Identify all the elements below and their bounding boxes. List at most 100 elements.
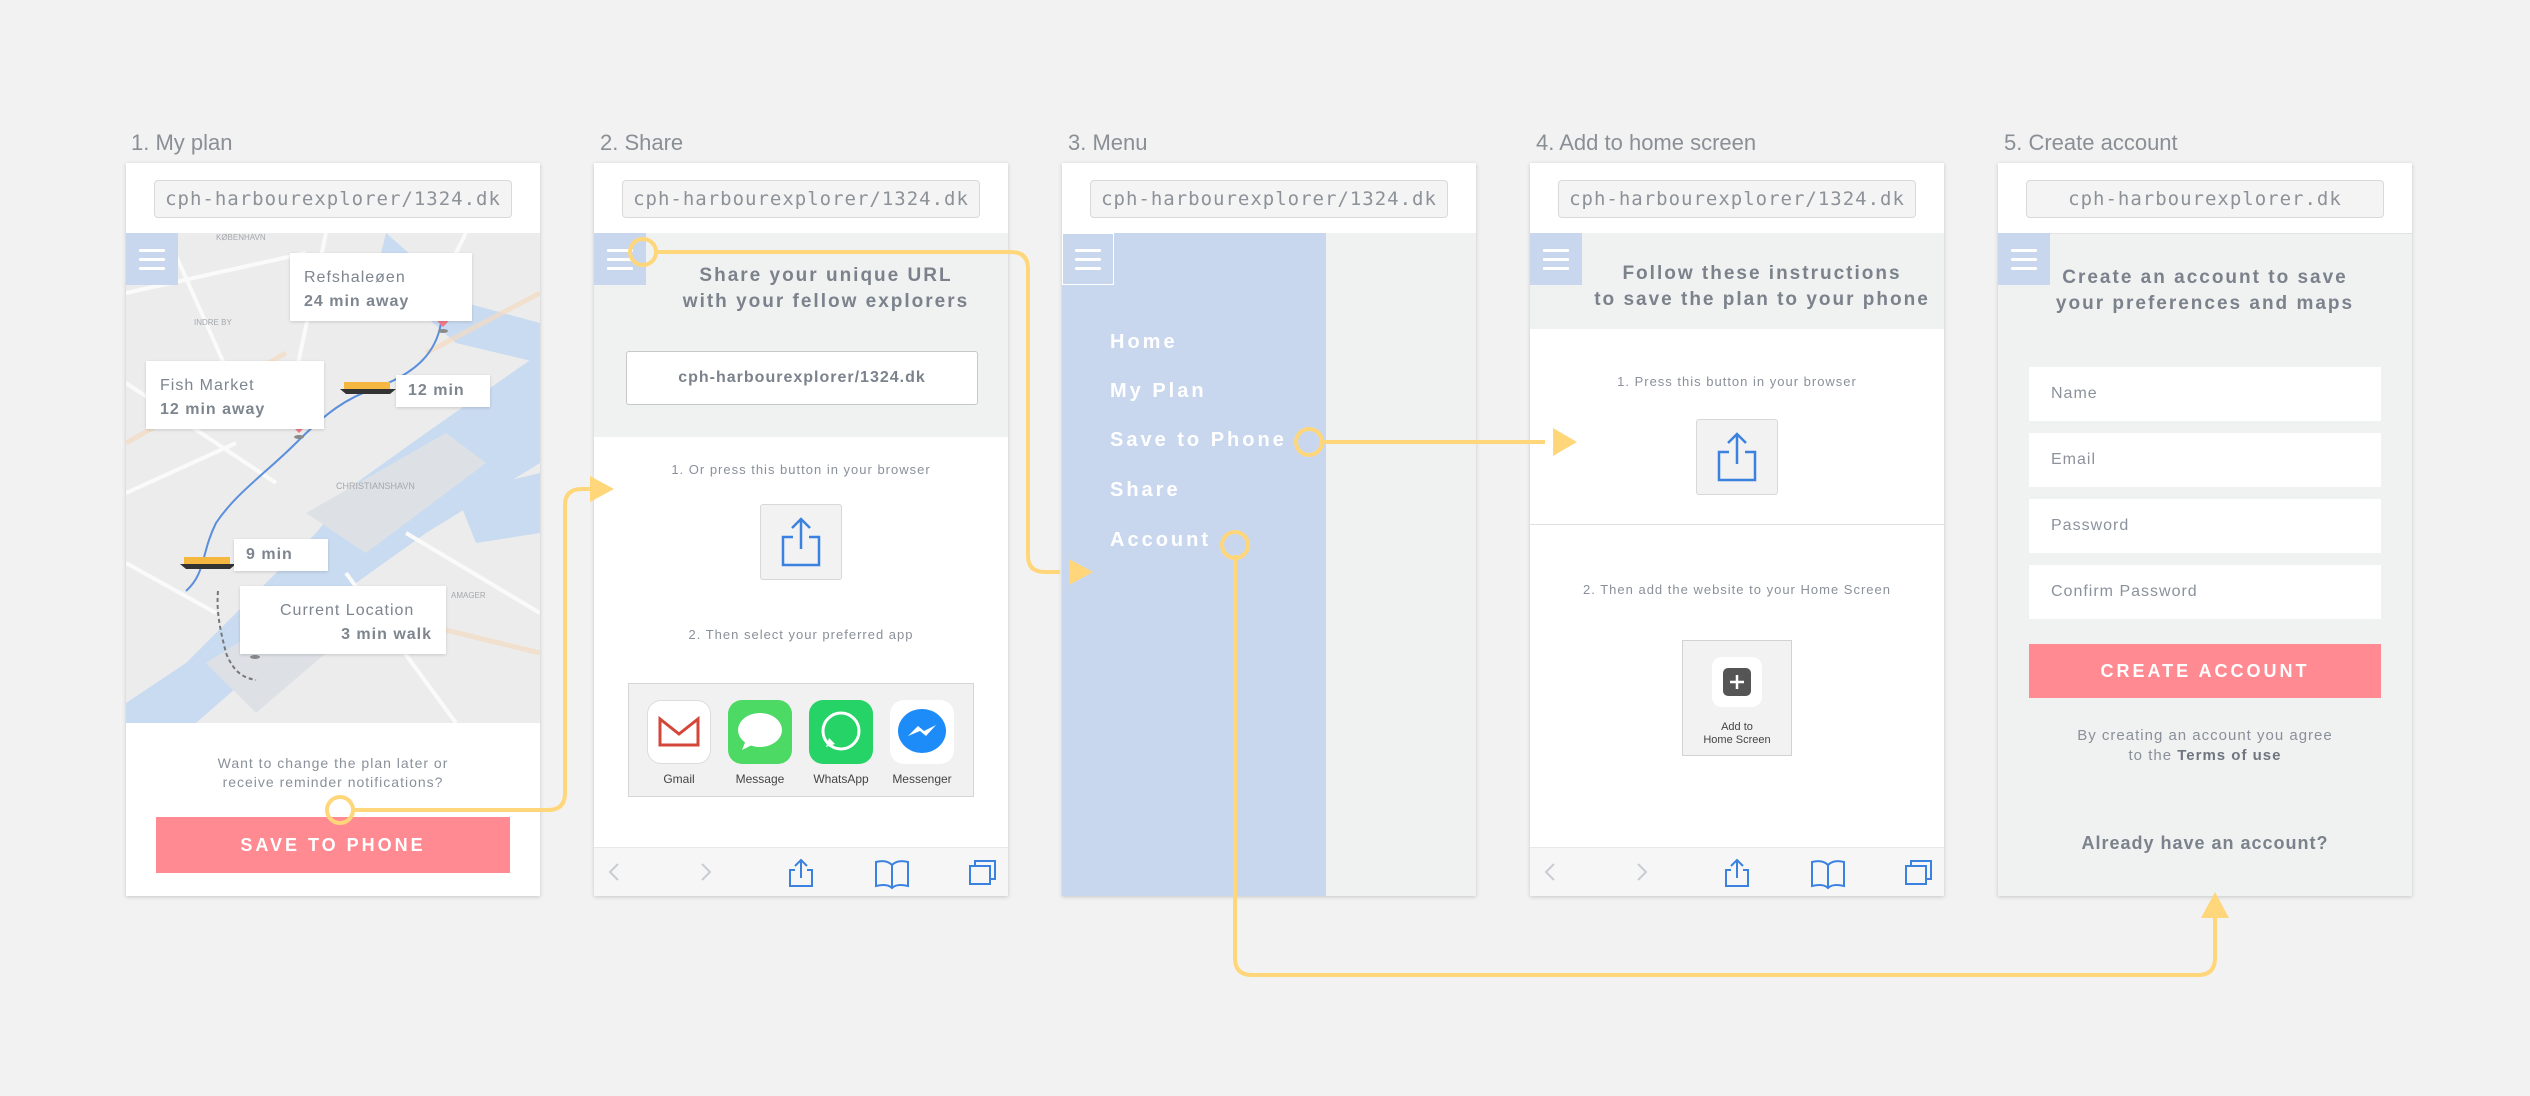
app-gmail[interactable]: Gmail — [647, 700, 711, 786]
account-heading-line1: Create an account to save — [2062, 267, 2348, 288]
map-label-christianshavn: CHRISTIANSHAVN — [336, 481, 415, 491]
browser-url-bar: cph-harbourexplorer/1324.dk — [1530, 163, 1944, 234]
login-link[interactable]: Already have an account? — [1998, 833, 2412, 854]
tabs-icon — [969, 860, 996, 885]
share-heading-line2: with your fellow explorers — [682, 291, 970, 312]
menu-toggle-button[interactable] — [594, 233, 646, 285]
leg-time: 12 min — [408, 382, 465, 399]
add-icon-tile — [1712, 657, 1762, 707]
screen-label-menu: 3. Menu — [1068, 130, 1148, 155]
account-heading-line2: your preferences and maps — [2055, 293, 2355, 314]
share-step1: 1. Or press this button in your browser — [671, 462, 931, 477]
instructions-heading-line1: Follow these instructions — [1622, 263, 1902, 284]
menu-item-account[interactable]: Account — [1110, 529, 1211, 552]
place-tag[interactable]: Refshaleøen 24 min away — [290, 253, 472, 321]
share-icon — [781, 517, 821, 567]
screen-label-share: 2. Share — [600, 130, 684, 155]
app-messenger[interactable]: Messenger — [890, 700, 954, 786]
app-name: Messenger — [892, 772, 952, 786]
app-picker: Gmail Message WhatsApp Messenger — [628, 683, 974, 797]
map[interactable]: KØBENHAVN INDRE BY CHRISTIANSHAVN AMAGER… — [126, 233, 540, 723]
share-heading-line1: Share your unique URL — [699, 265, 953, 286]
place-name: Fish Market — [160, 377, 255, 394]
password-field[interactable]: Password — [2029, 499, 2381, 553]
browser-url-bar: cph-harbourexplorer/1324.dk — [1062, 163, 1476, 234]
menu-toggle-button[interactable] — [1062, 233, 1114, 285]
screen-label-create-account: 5. Create account — [2004, 130, 2178, 155]
menu-item-save-to-phone[interactable]: Save to Phone — [1110, 429, 1287, 452]
terms-prefix: to the — [2128, 747, 2173, 764]
url-field[interactable]: cph-harbourexplorer.dk — [2026, 180, 2384, 218]
share-header: Share your unique URL with your fellow e… — [594, 233, 1008, 437]
name-field[interactable]: Name — [2029, 367, 2381, 421]
bookmarks-icon — [1811, 860, 1845, 890]
leg-time-tag: 9 min — [234, 539, 328, 571]
place-time: 3 min walk — [341, 626, 432, 643]
app-name: WhatsApp — [813, 772, 869, 786]
place-time: 12 min away — [160, 401, 266, 418]
back-icon — [608, 863, 619, 881]
save-to-phone-button[interactable]: SAVE TO PHONE — [156, 817, 510, 873]
screen-my-plan: cph-harbourexplorer/1324.dk KØBENHAVN IN… — [126, 163, 540, 896]
url-field[interactable]: cph-harbourexplorer/1324.dk — [1558, 180, 1916, 218]
menu-item-home[interactable]: Home — [1110, 331, 1178, 354]
save-prompt-line2: receive reminder notifications? — [222, 774, 444, 790]
place-name: Current Location — [280, 602, 415, 619]
browser-url-bar: cph-harbourexplorer.dk — [1998, 163, 2412, 234]
screen-label-my-plan: 1. My plan — [131, 130, 233, 155]
browser-share-button[interactable] — [760, 504, 842, 580]
browser-url-bar: cph-harbourexplorer/1324.dk — [594, 163, 1008, 234]
browser-share-button[interactable] — [1696, 419, 1778, 495]
message-icon — [738, 713, 782, 750]
create-account-button[interactable]: CREATE ACCOUNT — [2029, 644, 2381, 698]
url-field[interactable]: cph-harbourexplorer/1324.dk — [1090, 180, 1448, 218]
terms-line1: By creating an account you agree — [2077, 727, 2333, 744]
url-field[interactable]: cph-harbourexplorer/1324.dk — [154, 180, 512, 218]
bookmarks-icon — [875, 860, 909, 890]
forward-icon — [701, 863, 712, 881]
add-to-home-line1: Add to — [1721, 721, 1753, 733]
menu-item-share[interactable]: Share — [1110, 479, 1181, 502]
leg-time-tag: 12 min — [396, 375, 490, 407]
email-field[interactable]: Email — [2029, 433, 2381, 487]
toolbar-icons — [1544, 858, 1932, 890]
menu-overlay[interactable] — [1326, 233, 1476, 896]
instructions-heading-line2: to save the plan to your phone — [1594, 289, 1930, 310]
place-tag[interactable]: Current Location 3 min walk — [240, 586, 446, 654]
app-message[interactable]: Message — [728, 700, 792, 786]
gmail-icon — [658, 715, 700, 747]
add-to-home-screen-button[interactable]: Add to Home Screen — [1682, 640, 1792, 756]
side-menu: Home My Plan Save to Phone Share Account — [1062, 233, 1326, 896]
screen-share: cph-harbourexplorer/1324.dk Share your u… — [594, 163, 1008, 896]
screen-label-add-home: 4. Add to home screen — [1536, 130, 1757, 155]
map-label-amager: AMAGER — [451, 591, 486, 600]
place-tag[interactable]: Fish Market 12 min away — [146, 361, 324, 429]
tabs-icon — [1905, 860, 1932, 885]
save-prompt-line1: Want to change the plan later or — [217, 755, 449, 771]
plus-icon — [1723, 668, 1751, 696]
app-name: Message — [735, 772, 785, 786]
messenger-icon — [898, 709, 946, 753]
browser-toolbar — [1530, 847, 1944, 896]
browser-url-bar: cph-harbourexplorer/1324.dk — [126, 163, 540, 234]
share-url-box[interactable]: cph-harbourexplorer/1324.dk — [626, 351, 978, 405]
add-to-home-line2: Home Screen — [1703, 734, 1771, 746]
place-name: Refshaleøen — [304, 269, 406, 286]
screen-create-account: cph-harbourexplorer.dk Create an account… — [1998, 163, 2412, 896]
place-time: 24 min away — [304, 293, 410, 310]
app-whatsapp[interactable]: WhatsApp — [809, 700, 873, 786]
menu-item-my-plan[interactable]: My Plan — [1110, 380, 1207, 403]
menu-toggle-button[interactable] — [1530, 233, 1582, 285]
share-icon — [1725, 858, 1749, 887]
confirm-password-field[interactable]: Confirm Password — [2029, 565, 2381, 619]
ferry-icon — [340, 382, 396, 394]
screen-menu: cph-harbourexplorer/1324.dk Home My Plan… — [1062, 163, 1476, 896]
ferry-icon — [180, 557, 236, 569]
home-step2: 2. Then add the website to your Home Scr… — [1583, 582, 1891, 597]
share-icon — [789, 858, 813, 887]
url-field[interactable]: cph-harbourexplorer/1324.dk — [622, 180, 980, 218]
share-step2: 2. Then select your preferred app — [688, 627, 914, 642]
menu-toggle-button[interactable] — [126, 233, 178, 285]
screen-add-home: cph-harbourexplorer/1324.dk Follow these… — [1530, 163, 1944, 896]
terms-of-use-link[interactable]: Terms of use — [2177, 747, 2281, 764]
